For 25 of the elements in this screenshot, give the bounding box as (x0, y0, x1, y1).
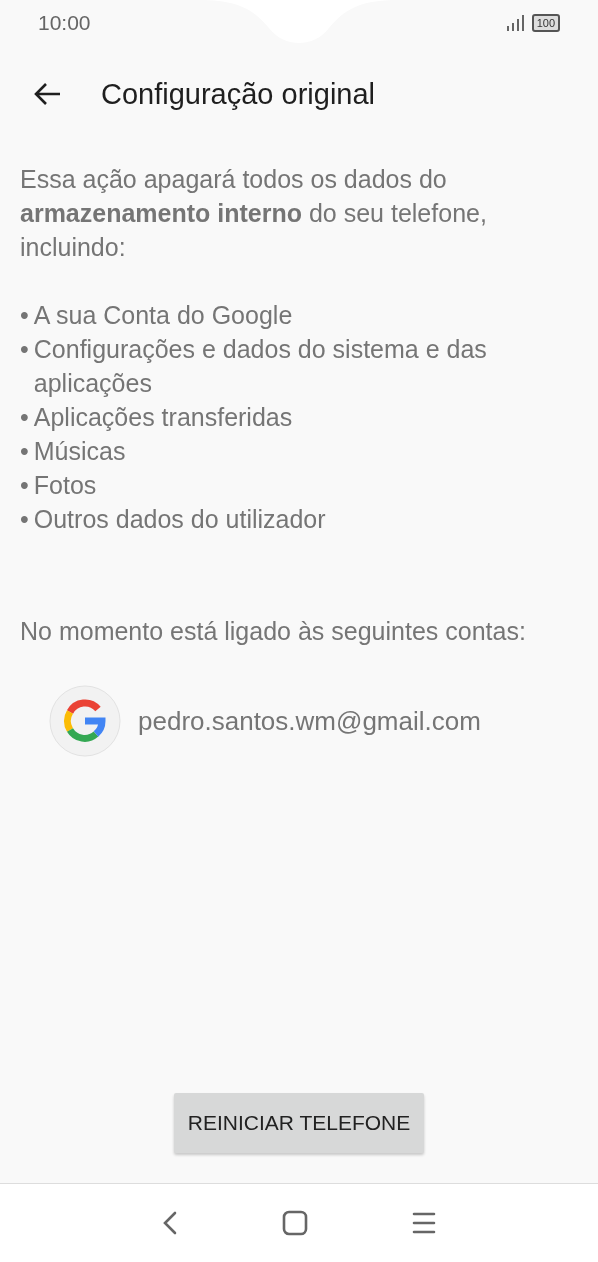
account-email: pedro.santos.wm@gmail.com (138, 705, 481, 738)
accounts-note: No momento está ligado às seguintes contas: (20, 616, 527, 647)
bullet-mark: • (20, 334, 29, 365)
page-title: Configuração original (101, 77, 376, 111)
data-item: Aplicações transferidas (33, 402, 293, 433)
data-item: Outros dados do utilizador (33, 504, 326, 535)
back-icon[interactable] (162, 1211, 178, 1235)
bullet-mark: • (20, 504, 29, 535)
home-icon[interactable] (282, 1210, 308, 1236)
bullet-mark: • (20, 470, 29, 501)
back-arrow-icon[interactable] (33, 82, 61, 106)
reset-phone-button[interactable]: REINICIAR TELEFONE (173, 1093, 425, 1153)
status-time: 10:00 (38, 11, 91, 35)
bullet-mark: • (20, 436, 29, 467)
battery-level: 100 (531, 14, 560, 32)
google-logo-icon (48, 684, 122, 758)
data-item: A sua Conta do Google (33, 300, 293, 331)
data-item: Fotos (33, 470, 97, 501)
signal-icon (505, 15, 524, 31)
data-item: Músicas (33, 436, 126, 467)
warning-text: Essa ação apagará todos os dados do armazenamento interno do seu telefone, incluindo: (20, 164, 488, 263)
bullet-mark: • (20, 300, 29, 331)
data-item: Configurações e dados do sistema e das aplicações (33, 334, 488, 399)
bullet-mark: • (20, 402, 29, 433)
menu-icon[interactable] (412, 1212, 436, 1234)
